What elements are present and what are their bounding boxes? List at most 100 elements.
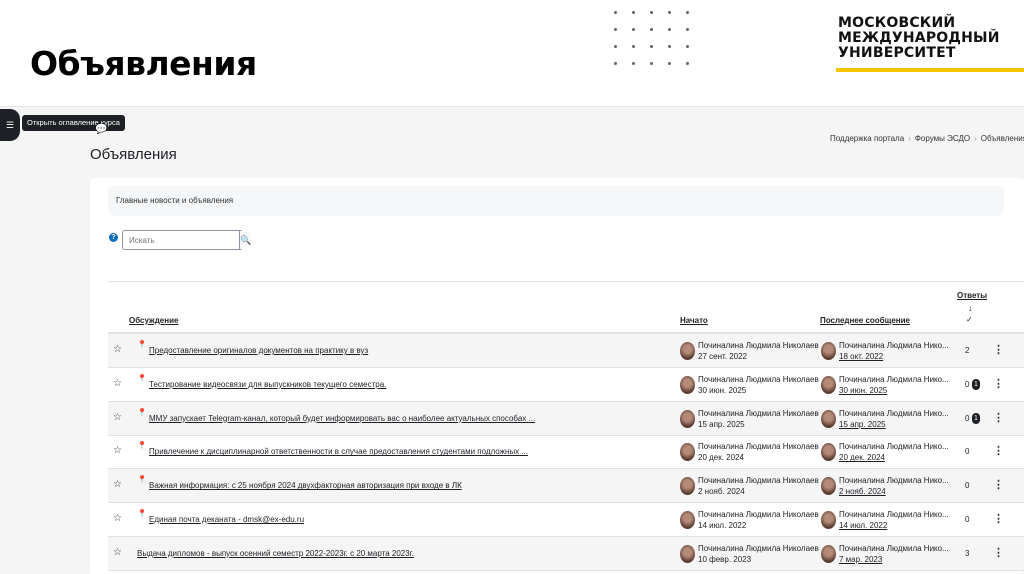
table-row[interactable]: ☆ 📍 Важная информация: с 25 ноября 2024 дв… xyxy=(108,469,1024,504)
last-author-name[interactable]: Починалина Людмила Нико... xyxy=(839,510,949,519)
star-icon[interactable]: ☆ xyxy=(113,479,122,490)
table-row[interactable]: ☆ 📍 Тестирование видеосвязи для выпускнико… xyxy=(108,368,1024,402)
avatar[interactable] xyxy=(821,342,836,360)
forum-card: Главные новости и объявления ? 🔍 Обсужде… xyxy=(90,178,1024,574)
search-button[interactable]: 🔍 xyxy=(239,231,252,249)
avatar[interactable] xyxy=(821,443,836,462)
avatar[interactable] xyxy=(821,409,836,428)
table-row[interactable]: ☆ 📍 Привлечение к дисциплинарной ответстве… xyxy=(108,435,1024,470)
avatar[interactable] xyxy=(680,544,695,563)
more-actions-icon[interactable]: ⋮ xyxy=(993,478,1004,491)
university-logo: МОСКОВСКИЙ МЕЖДУНАРОДНЫЙ УНИВЕРСИТЕТ xyxy=(838,16,1000,61)
discussion-link[interactable]: Предоставление оригиналов документов на … xyxy=(149,346,368,355)
avatar[interactable] xyxy=(680,409,695,428)
star-icon[interactable]: ☆ xyxy=(113,412,122,423)
last-author-name[interactable]: Починалина Людмила Нико... xyxy=(839,442,949,451)
author-name[interactable]: Починалина Людмила Николаев xyxy=(698,476,819,485)
header-started[interactable]: Начато xyxy=(680,316,708,325)
dot xyxy=(614,28,617,31)
star-icon[interactable]: ☆ xyxy=(113,378,122,389)
author-name[interactable]: Починалина Людмила Николаев xyxy=(698,442,819,451)
table-row[interactable]: ☆ Выдача дипломов - выпуск осенний семест… xyxy=(108,536,1024,571)
more-actions-icon[interactable]: ⋮ xyxy=(993,546,1004,559)
breadcrumb-item[interactable]: Поддержка портала xyxy=(830,134,904,143)
author-name[interactable]: Починалина Людмила Николаев xyxy=(698,409,819,418)
table-row[interactable]: ☆ 📍 Предоставление оригиналов документов н… xyxy=(108,334,1024,368)
last-author-name[interactable]: Починалина Людмила Нико... xyxy=(839,341,949,350)
avatar[interactable] xyxy=(821,544,836,563)
header-discussion[interactable]: Обсуждение xyxy=(129,316,178,325)
last-post-date[interactable]: 15 апр. 2025 xyxy=(839,420,886,429)
more-actions-icon[interactable]: ⋮ xyxy=(993,444,1004,457)
author-name[interactable]: Починалина Людмила Николаев xyxy=(698,510,819,519)
help-icon[interactable]: ? xyxy=(109,233,118,242)
unread-badge[interactable]: 1 xyxy=(972,378,980,390)
more-actions-icon[interactable]: ⋮ xyxy=(993,411,1004,424)
last-post-date[interactable]: 30 июн. 2025 xyxy=(839,386,887,395)
author-name[interactable]: Починалина Людмила Николаев xyxy=(698,341,819,350)
more-actions-icon[interactable]: ⋮ xyxy=(993,377,1004,390)
check-icon: ✓ xyxy=(966,315,973,324)
logo-accent-bar xyxy=(836,68,1024,72)
breadcrumb-item[interactable]: Объявления xyxy=(981,134,1024,143)
unread-badge[interactable]: 1 xyxy=(972,412,980,424)
slide: Объявления МОСКОВСКИЙ МЕЖДУНАРОДНЫЙ УНИВ… xyxy=(0,0,1024,574)
last-post-date[interactable]: 20 дек. 2024 xyxy=(839,453,885,462)
dot xyxy=(650,28,653,31)
slide-title: Объявления xyxy=(30,44,257,83)
course-index-toggle-button[interactable]: ☰ xyxy=(0,109,20,141)
last-post-date[interactable]: 14 июл. 2022 xyxy=(839,521,887,530)
logo-line: МОСКОВСКИЙ xyxy=(838,15,956,31)
avatar[interactable] xyxy=(680,477,695,496)
avatar[interactable] xyxy=(821,477,836,496)
avatar[interactable] xyxy=(680,375,695,394)
more-actions-icon[interactable]: ⋮ xyxy=(993,512,1004,525)
discussion-link[interactable]: Выдача дипломов - выпуск осенний семестр… xyxy=(137,549,414,558)
last-author-name[interactable]: Починалина Людмила Нико... xyxy=(839,409,949,418)
discussion-link[interactable]: Единая почта деканата - dmsk@ex-edu.ru xyxy=(149,515,304,524)
last-post-date[interactable]: 18 окт. 2022 xyxy=(839,352,883,361)
replies-count: 0 xyxy=(965,515,970,524)
avatar[interactable] xyxy=(821,511,836,529)
last-author-name[interactable]: Починалина Людмила Нико... xyxy=(839,544,949,553)
author-name[interactable]: Починалина Людмила Николаев xyxy=(698,544,819,553)
dot xyxy=(686,11,689,14)
last-author-name[interactable]: Починалина Людмила Нико... xyxy=(839,375,949,384)
table-row[interactable]: ☆ 📍 Единая почта деканата - dmsk@ex-edu.ru… xyxy=(108,503,1024,537)
discussion-link[interactable]: Важная информация: с 25 ноября 2024 двух… xyxy=(149,481,462,490)
avatar[interactable] xyxy=(821,375,836,394)
author-name[interactable]: Починалина Людмила Николаев xyxy=(698,375,819,384)
list-icon: ☰ xyxy=(5,119,15,130)
forum-icon: 💬 xyxy=(95,124,108,135)
discussion-link[interactable]: ММУ запускает Telegram-канал, который бу… xyxy=(149,414,535,423)
divider xyxy=(108,281,1024,282)
avatar[interactable] xyxy=(680,342,695,360)
last-post-date[interactable]: 7 мар. 2023 xyxy=(839,555,882,564)
table-row[interactable]: ☆ 📍 ММУ запускает Telegram-канал, который … xyxy=(108,401,1024,436)
breadcrumb-item[interactable]: Форумы ЭСДО xyxy=(915,134,970,143)
discussion-link[interactable]: Тестирование видеосвязи для выпускников … xyxy=(149,380,386,389)
header-replies[interactable]: Ответы xyxy=(957,291,987,300)
header-last-post[interactable]: Последнее сообщение xyxy=(820,316,910,325)
dot xyxy=(650,62,653,65)
sort-down-icon: ↓ xyxy=(968,303,973,313)
avatar[interactable] xyxy=(680,443,695,462)
dot xyxy=(668,11,671,14)
dot xyxy=(668,62,671,65)
search-input[interactable] xyxy=(123,231,239,249)
star-icon[interactable]: ☆ xyxy=(113,445,122,456)
more-actions-icon[interactable]: ⋮ xyxy=(993,343,1004,356)
last-post-date[interactable]: 2 нояб. 2024 xyxy=(839,487,886,496)
star-icon[interactable]: ☆ xyxy=(113,344,122,355)
dot xyxy=(632,28,635,31)
started-date: 20 дек. 2024 xyxy=(698,453,744,463)
started-date: 2 нояб. 2024 xyxy=(698,487,745,497)
dot xyxy=(686,45,689,48)
dot xyxy=(632,62,635,65)
avatar[interactable] xyxy=(680,511,695,529)
star-icon[interactable]: ☆ xyxy=(113,513,122,524)
dot xyxy=(686,62,689,65)
star-icon[interactable]: ☆ xyxy=(113,547,122,558)
last-author-name[interactable]: Починалина Людмила Нико... xyxy=(839,476,949,485)
discussion-link[interactable]: Привлечение к дисциплинарной ответственн… xyxy=(149,447,528,456)
